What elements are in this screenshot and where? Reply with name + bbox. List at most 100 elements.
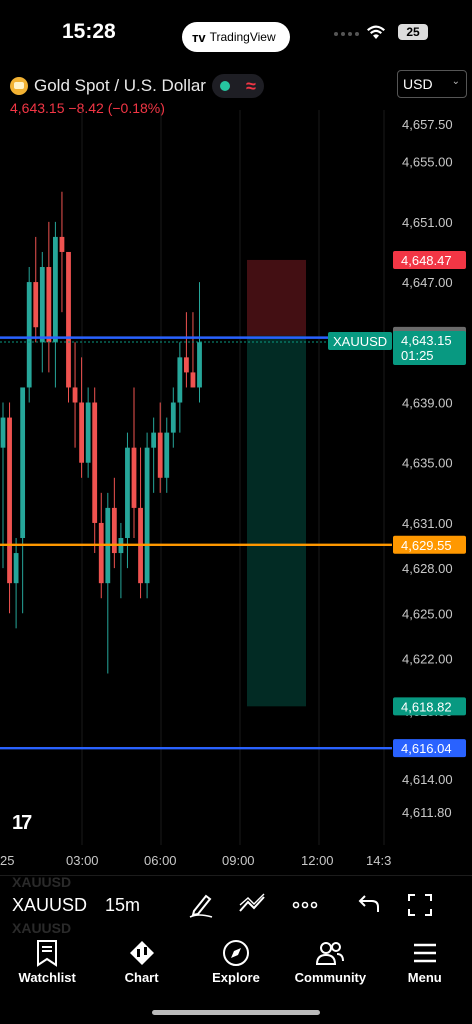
chart-icon (129, 941, 154, 965)
candle-body (39, 267, 45, 343)
candle-body (59, 236, 65, 252)
time-axis[interactable]: 25 03:00 06:00 09:00 12:00 14:3 (0, 853, 391, 868)
indicators-icon[interactable] (237, 891, 267, 919)
undo-icon[interactable] (352, 891, 382, 919)
candle-body (164, 432, 170, 478)
candle-body (20, 387, 26, 539)
candle-body (131, 447, 137, 508)
candle-body (72, 387, 78, 403)
bar-countdown: 01:25 (401, 348, 434, 363)
candle-body (46, 267, 52, 343)
candle-body (190, 372, 196, 388)
status-bar: 15:28 ᴛᴠ TradingView 25 (0, 0, 472, 66)
time-axis-tick: 06:00 (144, 853, 177, 868)
candle-body (26, 282, 32, 388)
tab-watchlist[interactable]: Watchlist (0, 934, 94, 994)
time-axis-tick: 14:3 (366, 853, 391, 868)
gold-bar-icon (10, 77, 28, 95)
candle-body (111, 507, 117, 554)
tab-menu[interactable]: Menu (378, 934, 472, 994)
wifi-icon (367, 25, 385, 39)
compass-icon (222, 940, 249, 966)
candle-body (7, 417, 12, 584)
market-open-dot-icon (219, 81, 230, 91)
cellular-signal-icon (334, 32, 359, 36)
candle-body (53, 236, 58, 343)
candle-body (98, 522, 104, 584)
take-profit-zone (247, 335, 306, 707)
tab-explore[interactable]: Explore (189, 934, 283, 994)
candles (0, 191, 202, 674)
price-tags: 4,643.314,629.554,616.044,648.474,643.43… (328, 250, 466, 758)
fullscreen-icon[interactable] (405, 891, 435, 919)
position-tool[interactable] (247, 259, 306, 707)
price-chart[interactable]: 4,657.504,655.004,651.004,647.004,643.00… (0, 110, 472, 875)
stop-loss-zone (247, 259, 306, 336)
position-price-tag: 4,648.47 (401, 253, 452, 268)
time-axis-tick: 25 (0, 853, 14, 868)
candle-body (33, 282, 39, 328)
chevron-down-icon: ⌄ (451, 76, 460, 87)
price-axis-tick: 4,628.00 (402, 561, 453, 576)
battery-indicator: 25 (398, 24, 428, 40)
wave-icon: ≈ (246, 76, 256, 96)
home-indicator (152, 1010, 320, 1015)
horizontal-lines[interactable] (0, 336, 392, 750)
tab-label: Menu (407, 970, 442, 985)
price-axis-tick: 4,614.00 (402, 772, 453, 787)
candle-body (197, 342, 202, 388)
tab-chart[interactable]: Chart (94, 934, 188, 994)
time-axis-tick: 12:00 (301, 853, 334, 868)
tab-label: Community (294, 970, 367, 985)
watchlist-icon (37, 940, 58, 967)
app-pill[interactable]: ᴛᴠ TradingView (182, 22, 290, 52)
tab-label: Chart (124, 970, 159, 985)
candle-body (157, 432, 163, 478)
tradingview-watermark-icon: 17 (12, 812, 32, 834)
symbol-header[interactable]: Gold Spot / U.S. Dollar ≈ (10, 74, 264, 98)
ghost-symbol-top: XAUUSD (12, 874, 72, 890)
tradingview-logo-icon: ᴛᴠ (192, 29, 206, 45)
candle-body (66, 251, 71, 388)
bottom-tab-bar: Watchlist Chart Explore Community Menu (0, 934, 472, 994)
candle-body (79, 402, 84, 463)
price-axis-tick: 4,639.00 (402, 396, 453, 411)
candle-body (177, 357, 183, 403)
time-axis-tick: 03:00 (66, 853, 99, 868)
candle-body (151, 432, 157, 448)
currency-select[interactable]: USD ⌄ (397, 70, 467, 98)
chart-toolbar: XAUUSD XAUUSD 15m XAUUSD (0, 874, 472, 936)
candle-body (85, 402, 91, 463)
time-axis-tick: 09:00 (222, 853, 255, 868)
horizontal-line-price-tag: 4,629.55 (401, 538, 452, 553)
candle-body (144, 447, 150, 584)
symbol-button[interactable]: XAUUSD (12, 895, 87, 916)
app-pill-label: TradingView (209, 30, 276, 44)
status-time: 15:28 (62, 20, 116, 43)
tab-label: Explore (212, 970, 260, 985)
market-status-pill[interactable]: ≈ (211, 74, 264, 98)
candle-body (170, 402, 176, 433)
price-axis-tick: 4,611.80 (402, 805, 452, 820)
candle-body (184, 357, 189, 373)
more-options-icon[interactable] (290, 891, 320, 919)
currency-value: USD (403, 76, 433, 92)
interval-button[interactable]: 15m (105, 895, 140, 916)
price-axis-tick: 4,657.50 (402, 117, 453, 132)
price-axis-tick: 4,622.00 (402, 651, 453, 666)
community-icon (316, 942, 345, 965)
symbol-title: Gold Spot / U.S. Dollar (34, 76, 206, 95)
drawing-pen-icon[interactable] (186, 891, 216, 919)
price-axis-tick: 4,651.00 (402, 215, 453, 230)
price-axis-tick: 4,635.00 (402, 456, 453, 471)
candle-body (92, 402, 98, 523)
position-price-tag: 4,618.82 (401, 699, 452, 714)
tab-community[interactable]: Community (283, 934, 377, 994)
price-axis-tick: 4,625.00 (402, 606, 453, 621)
candle-body (125, 447, 130, 539)
last-price-tag: 4,643.15 (401, 333, 452, 348)
candle-body (13, 553, 19, 584)
tab-label: Watchlist (18, 970, 76, 985)
horizontal-line-price-tag: 4,616.04 (401, 741, 452, 756)
price-axis-tick: 4,631.00 (402, 516, 453, 531)
